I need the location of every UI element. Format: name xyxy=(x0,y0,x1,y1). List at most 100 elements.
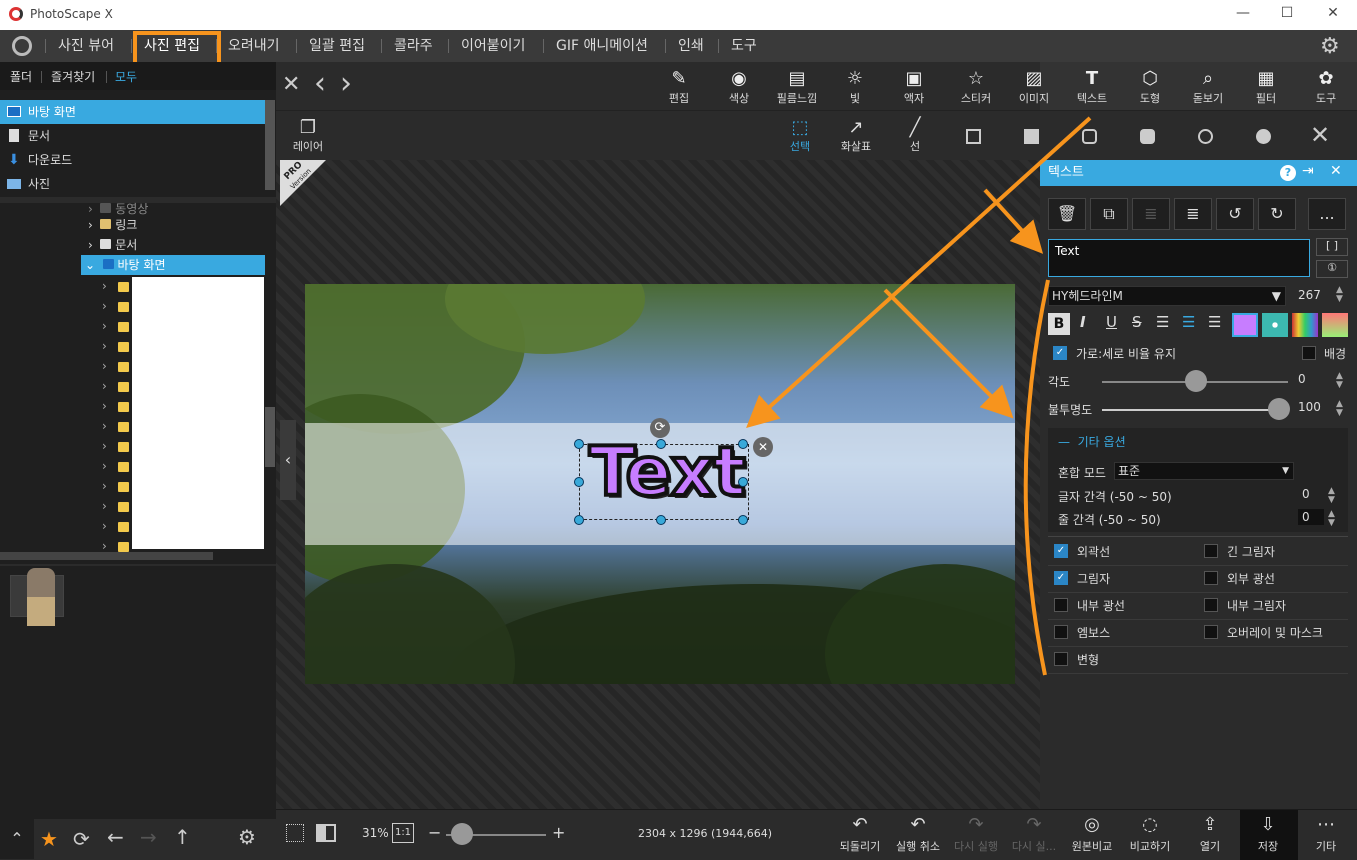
menu-photo-viewer[interactable]: 사진 뷰어 xyxy=(58,30,114,62)
text-input-field[interactable]: Text xyxy=(1048,239,1310,277)
underline-button[interactable]: U xyxy=(1106,313,1117,331)
opacity-value[interactable]: 100 xyxy=(1298,400,1321,414)
forward-arrow-icon[interactable]: → xyxy=(140,825,157,849)
pattern-swatch[interactable] xyxy=(1262,313,1288,337)
strikethrough-button[interactable]: S xyxy=(1132,313,1142,331)
menu-batch[interactable]: 일괄 편집 xyxy=(309,30,365,62)
delete-text-button[interactable]: 🗑 xyxy=(1048,198,1086,230)
line-spacing-field[interactable]: 0 xyxy=(1298,509,1324,525)
delete-object-icon[interactable]: ✕ xyxy=(753,437,773,457)
selection-grid-icon[interactable] xyxy=(286,824,304,842)
close-window-button[interactable]: ✕ xyxy=(1323,5,1343,25)
tool-light[interactable]: ☼ 빛 xyxy=(827,62,883,110)
compare-view-icon[interactable] xyxy=(316,824,336,842)
photo-canvas[interactable]: Text ⟳ ✕ xyxy=(305,284,1015,684)
favorites-scrollbar[interactable] xyxy=(265,100,275,190)
info-button[interactable]: ① xyxy=(1316,260,1348,278)
italic-button[interactable]: I xyxy=(1080,313,1086,331)
close-photo-icon[interactable]: ✕ xyxy=(282,72,300,97)
opacity-slider-knob[interactable] xyxy=(1268,398,1290,420)
ellipse-filled-icon[interactable] xyxy=(1256,129,1271,144)
back-arrow-icon[interactable]: ← xyxy=(107,825,124,849)
redo-all-button[interactable]: ↷ 다시 실... xyxy=(1006,812,1062,854)
rounded-rect-outline-icon[interactable] xyxy=(1082,129,1097,144)
thumbnail[interactable] xyxy=(10,568,64,626)
actual-size-button[interactable]: 1:1 xyxy=(392,823,414,843)
menu-gif[interactable]: GIF 애니메이션 xyxy=(556,30,648,62)
effect-checkbox[interactable]: ✓ xyxy=(1054,571,1068,585)
gradient-swatch[interactable] xyxy=(1322,313,1348,337)
tool-film[interactable]: ▤ 필름느낌 xyxy=(769,62,825,110)
opacity-slider[interactable] xyxy=(1102,409,1288,411)
background-checkbox[interactable] xyxy=(1302,346,1316,360)
resize-handle[interactable] xyxy=(656,515,666,525)
tool-tools[interactable]: ✿ 도구 xyxy=(1298,62,1354,110)
previous-photo-icon[interactable]: ‹ xyxy=(314,66,326,101)
effect-checkbox[interactable] xyxy=(1204,544,1218,558)
bracket-button[interactable]: [ ] xyxy=(1316,238,1348,256)
tree-item-desktop[interactable]: ⌄ 바탕 화면 xyxy=(81,255,265,275)
next-photo-icon[interactable]: › xyxy=(340,66,352,101)
fill-color-swatch[interactable] xyxy=(1232,313,1258,337)
select-tool-button[interactable]: ⬚ 선택 xyxy=(772,117,828,154)
resize-handle[interactable] xyxy=(738,515,748,525)
char-spacing-value[interactable]: 0 xyxy=(1302,487,1310,501)
angle-value[interactable]: 0 xyxy=(1298,372,1306,386)
line-spacing-stepper[interactable]: ▲ ▼ xyxy=(1328,510,1335,528)
align-left-icon[interactable]: ☰ xyxy=(1156,313,1169,331)
resize-handle[interactable] xyxy=(574,515,584,525)
text-object[interactable]: Text xyxy=(579,431,749,520)
tool-color[interactable]: ◉ 색상 xyxy=(711,62,767,110)
pin-icon[interactable]: ⇥ xyxy=(1302,163,1314,179)
resize-handle[interactable] xyxy=(656,439,666,449)
font-select[interactable]: HY헤드라인M ▼ xyxy=(1048,286,1286,306)
undo-all-button[interactable]: ↶ 되돌리기 xyxy=(832,812,888,854)
collapse-left-panel-button[interactable]: ‹ xyxy=(280,420,296,500)
bold-button[interactable]: B xyxy=(1048,313,1070,335)
ellipse-outline-icon[interactable] xyxy=(1198,129,1213,144)
favorite-pictures[interactable]: 사진 xyxy=(0,172,265,196)
effect-checkbox[interactable] xyxy=(1054,598,1068,612)
settings-gear-icon[interactable]: ⚙ xyxy=(1320,34,1340,59)
tool-magnifier[interactable]: ⌕ 돋보기 xyxy=(1180,62,1236,110)
resize-handle[interactable] xyxy=(738,477,748,487)
font-size-stepper[interactable]: ▲ ▼ xyxy=(1336,286,1343,304)
rectangle-outline-icon[interactable] xyxy=(966,129,981,144)
rotate-right-button[interactable]: ↻ xyxy=(1258,198,1296,230)
tab-folders[interactable]: 폴더 xyxy=(10,68,32,85)
more-options-toggle[interactable]: — 기타 옵션 xyxy=(1058,433,1126,450)
close-panel-icon[interactable]: ✕ xyxy=(1330,163,1342,179)
effect-checkbox[interactable] xyxy=(1204,625,1218,639)
tool-frame[interactable]: ▣ 액자 xyxy=(886,62,942,110)
maximize-button[interactable]: ☐ xyxy=(1277,5,1297,25)
save-button[interactable]: ⇩ 저장 xyxy=(1240,812,1296,854)
menu-print[interactable]: 인쇄 xyxy=(678,30,704,62)
collapse-up-icon[interactable]: ⌃ xyxy=(0,819,34,859)
menu-collage[interactable]: 콜라주 xyxy=(394,30,433,62)
keep-ratio-checkbox[interactable]: ✓ xyxy=(1053,346,1067,360)
tool-edit[interactable]: ✎ 편집 xyxy=(651,62,707,110)
favorite-downloads[interactable]: ⬇ 다운로드 xyxy=(0,148,265,172)
resize-handle[interactable] xyxy=(738,439,748,449)
open-button[interactable]: ⇪ 열기 xyxy=(1182,812,1238,854)
tree-horizontal-scrollbar[interactable] xyxy=(0,552,213,560)
tool-image[interactable]: ▨ 이미지 xyxy=(1006,62,1062,110)
menu-combine[interactable]: 이어붙이기 xyxy=(461,30,525,62)
effect-checkbox[interactable] xyxy=(1054,625,1068,639)
tab-all[interactable]: 모두 xyxy=(115,68,137,85)
zoom-slider-knob[interactable] xyxy=(451,823,473,845)
refresh-icon[interactable]: ⟳ xyxy=(73,827,90,851)
rectangle-filled-icon[interactable] xyxy=(1024,129,1039,144)
favorite-documents[interactable]: 문서 xyxy=(0,124,265,148)
opacity-stepper[interactable]: ▲ ▼ xyxy=(1336,400,1343,418)
zoom-percent[interactable]: 31% xyxy=(362,826,389,840)
align-center-icon[interactable]: ☰ xyxy=(1182,313,1195,331)
menu-tools[interactable]: 도구 xyxy=(731,30,757,62)
zoom-in-button[interactable]: + xyxy=(552,823,565,842)
rounded-rect-filled-icon[interactable] xyxy=(1140,129,1155,144)
tool-sticker[interactable]: ☆ 스티커 xyxy=(948,62,1004,110)
tree-item-documents[interactable]: › 문서 xyxy=(88,235,137,255)
angle-slider-knob[interactable] xyxy=(1185,370,1207,392)
favorite-desktop[interactable]: 바탕 화면 xyxy=(0,100,265,124)
char-spacing-stepper[interactable]: ▲ ▼ xyxy=(1328,487,1335,505)
